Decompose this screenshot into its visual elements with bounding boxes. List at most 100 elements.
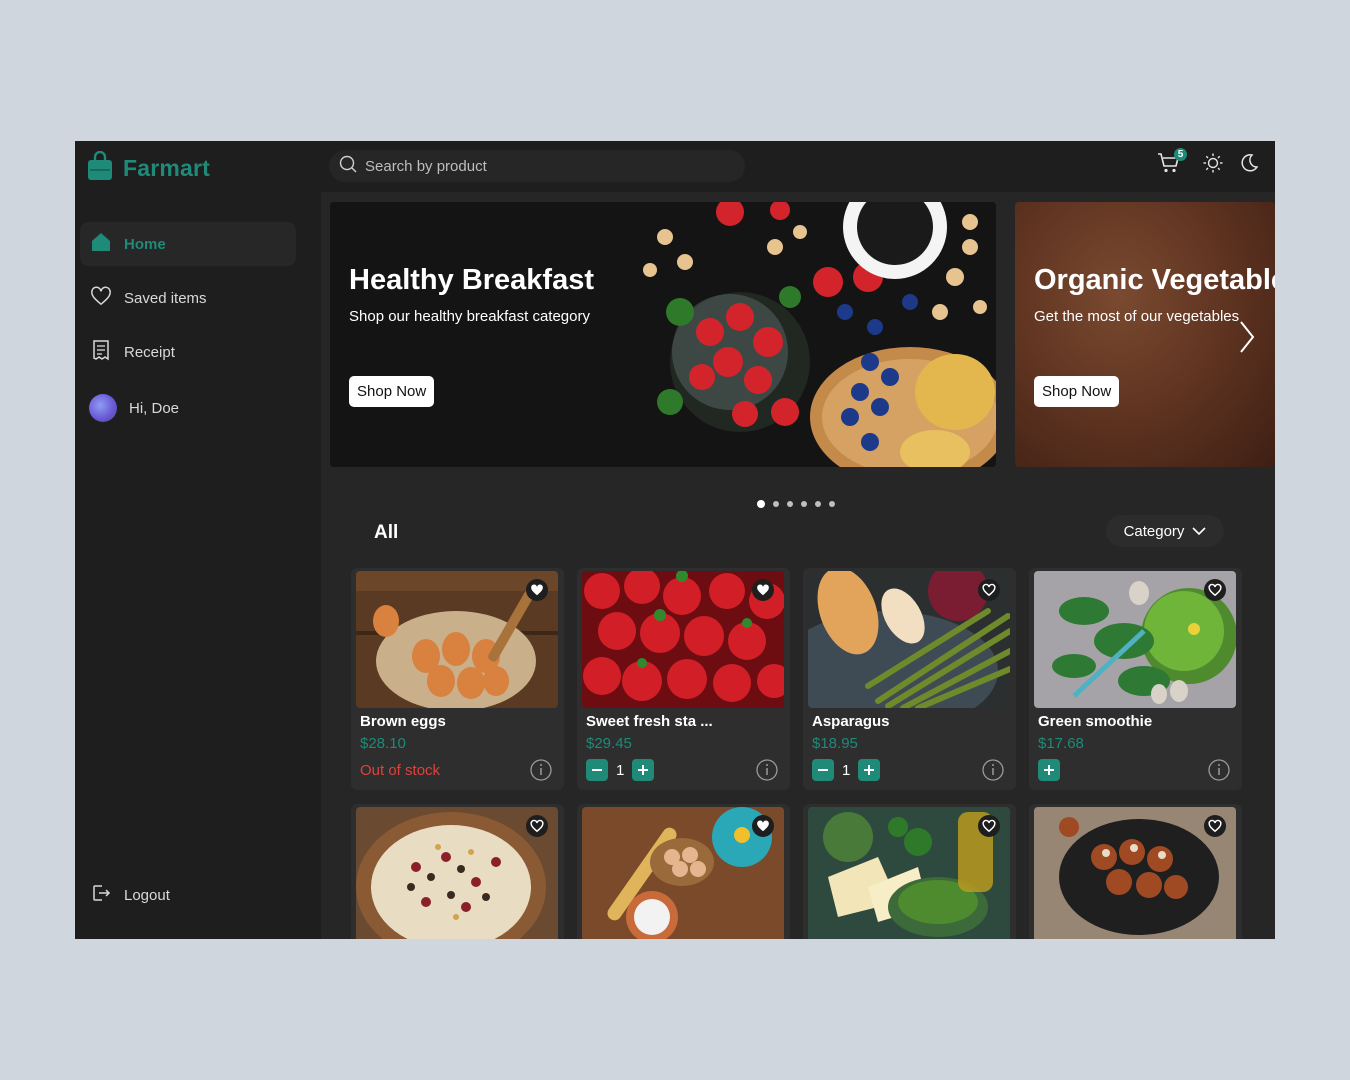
favorite-button[interactable] <box>526 815 548 837</box>
add-to-cart-button[interactable] <box>1038 759 1060 781</box>
plus-icon <box>638 765 649 775</box>
product-card[interactable] <box>351 804 564 939</box>
shopping-bag-icon <box>87 150 113 186</box>
search-icon <box>339 155 357 178</box>
sidebar: Farmart Home Saved items Receipt Hi, Doe <box>75 141 321 939</box>
product-card[interactable]: Sweet fresh sta ... $29.45 1 <box>577 568 790 790</box>
product-price: $28.10 <box>360 735 406 752</box>
favorite-button[interactable] <box>1204 579 1226 601</box>
light-mode-button[interactable] <box>1201 151 1225 179</box>
product-card[interactable] <box>577 804 790 939</box>
shop-now-button[interactable]: Shop Now <box>349 376 435 407</box>
sidebar-item-label: Saved items <box>124 289 207 307</box>
moon-icon <box>1239 153 1259 178</box>
product-card[interactable]: Asparagus $18.95 1 <box>803 568 1016 790</box>
product-price: $17.68 <box>1038 735 1084 752</box>
info-icon[interactable] <box>1208 759 1230 786</box>
search-bar[interactable] <box>329 150 745 182</box>
increase-button[interactable] <box>632 759 655 781</box>
carousel-dot[interactable] <box>815 501 821 507</box>
chevron-down-icon <box>1192 523 1207 540</box>
sidebar-item-home[interactable]: Home <box>80 222 296 266</box>
carousel-dot[interactable] <box>829 501 835 507</box>
stock-status: Out of stock <box>360 762 441 779</box>
info-icon[interactable] <box>756 759 778 786</box>
favorite-button[interactable] <box>1204 815 1226 837</box>
heart-icon <box>757 584 769 596</box>
category-dropdown[interactable]: Category <box>1106 515 1224 547</box>
favorite-button[interactable] <box>978 815 1000 837</box>
minus-icon <box>818 769 828 771</box>
product-card[interactable]: Green smoothie $17.68 <box>1029 568 1242 790</box>
carousel-dot[interactable] <box>801 501 807 507</box>
section-title: All <box>374 522 399 543</box>
search-input[interactable] <box>365 157 725 175</box>
product-name: Sweet fresh sta ... <box>586 713 713 730</box>
logout-button[interactable]: Logout <box>80 873 296 917</box>
favorite-button[interactable] <box>526 579 548 601</box>
product-price: $29.45 <box>586 735 632 752</box>
home-icon <box>90 231 112 257</box>
shop-now-button[interactable]: Shop Now <box>1034 376 1120 407</box>
plus-icon <box>864 765 875 775</box>
brand[interactable]: Farmart <box>87 150 211 186</box>
product-image <box>356 807 558 939</box>
banner-title: Healthy Breakfast <box>349 264 594 296</box>
sidebar-item-profile[interactable]: Hi, Doe <box>80 386 296 430</box>
info-icon[interactable] <box>530 759 552 786</box>
banner-title: Organic Vegetables <box>1034 264 1275 296</box>
favorite-button[interactable] <box>978 579 1000 601</box>
decrease-button[interactable] <box>586 759 608 781</box>
breakfast-image <box>330 202 996 467</box>
cart-button[interactable]: 5 <box>1157 148 1187 179</box>
category-label: Category <box>1123 522 1185 540</box>
product-card[interactable] <box>1029 804 1242 939</box>
cart-count-badge: 5 <box>1174 148 1187 161</box>
product-price: $18.95 <box>812 735 858 752</box>
brand-name: Farmart <box>123 155 211 181</box>
minus-icon <box>592 769 602 771</box>
decrease-button[interactable] <box>812 759 834 781</box>
heart-icon <box>90 285 112 311</box>
product-image <box>582 807 784 939</box>
product-card[interactable]: Brown eggs $28.10 Out of stock <box>351 568 564 790</box>
info-icon[interactable] <box>982 759 1004 786</box>
quantity-stepper: 1 <box>586 759 655 781</box>
carousel-dot[interactable] <box>787 501 793 507</box>
carousel-dot[interactable] <box>757 500 765 508</box>
main-content: Healthy Breakfast Shop our healthy break… <box>321 192 1275 939</box>
product-image <box>1034 807 1236 939</box>
banner-organic-vegetables[interactable]: Organic Vegetables Get the most of our v… <box>1015 202 1275 467</box>
carousel-indicators <box>757 500 835 508</box>
app-window: Farmart Home Saved items Receipt Hi, Doe <box>75 141 1275 939</box>
banner-subtitle: Get the most of our vegetables <box>1034 308 1240 325</box>
quantity-value: 1 <box>842 761 851 779</box>
favorite-button[interactable] <box>752 815 774 837</box>
sidebar-item-saved-items[interactable]: Saved items <box>80 276 296 320</box>
quantity-value: 1 <box>616 761 625 779</box>
product-image <box>808 807 1010 939</box>
heart-icon <box>531 584 543 596</box>
product-name: Asparagus <box>812 713 890 730</box>
heart-icon <box>757 820 769 832</box>
product-image <box>356 571 558 708</box>
top-actions: 5 <box>1157 148 1261 179</box>
heart-icon <box>982 583 996 597</box>
chevron-right-icon[interactable] <box>1239 320 1255 359</box>
dark-mode-button[interactable] <box>1237 151 1261 179</box>
logout-icon <box>90 882 112 908</box>
favorite-button[interactable] <box>752 579 774 601</box>
product-card[interactable] <box>803 804 1016 939</box>
product-image <box>582 571 784 708</box>
heart-icon <box>982 819 996 833</box>
banner-healthy-breakfast[interactable]: Healthy Breakfast Shop our healthy break… <box>330 202 996 467</box>
heart-icon <box>530 819 544 833</box>
product-image <box>808 571 1010 708</box>
quantity-stepper: 1 <box>812 759 881 781</box>
banner-subtitle: Shop our healthy breakfast category <box>349 308 590 325</box>
product-name: Brown eggs <box>360 713 446 730</box>
quantity-stepper <box>1038 759 1060 781</box>
carousel-dot[interactable] <box>773 501 779 507</box>
sidebar-item-receipt[interactable]: Receipt <box>80 330 296 374</box>
increase-button[interactable] <box>858 759 881 781</box>
